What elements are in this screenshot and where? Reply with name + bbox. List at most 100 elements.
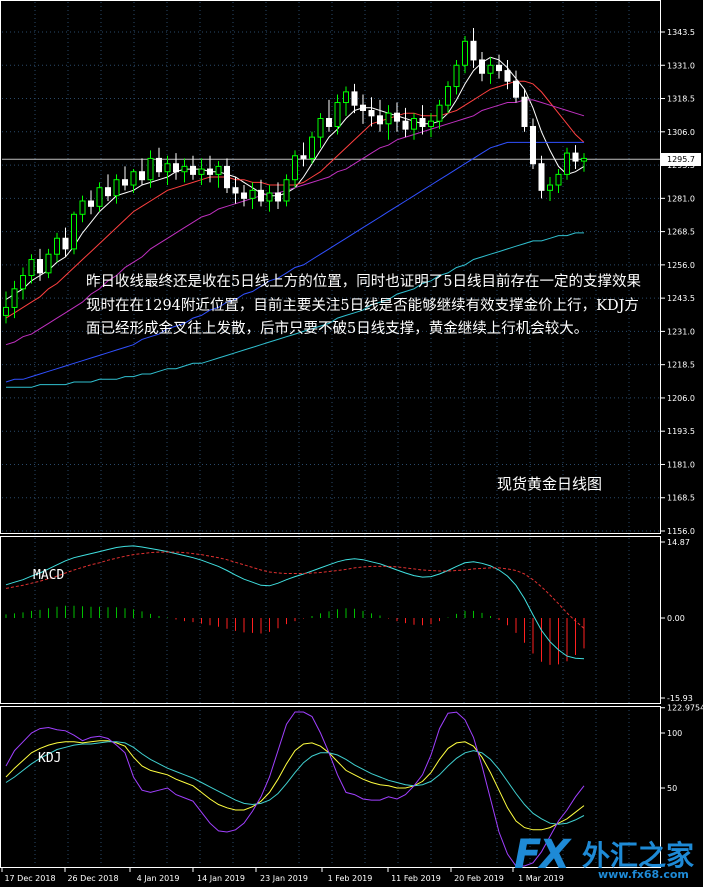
axes: 1343.51331.01318.51306.01293.51281.01268… (0, 0, 703, 883)
candle-body (224, 165, 230, 189)
candle-body (88, 200, 94, 207)
y-tick-label: 1218.5 (667, 361, 695, 370)
candle-body (37, 259, 43, 274)
candle-body (479, 59, 485, 74)
x-tick-label: 23 Jan 2019 (260, 874, 308, 883)
candle-body (445, 86, 451, 106)
x-tick-label: 20 Feb 2019 (454, 874, 504, 883)
candle-body (419, 117, 426, 127)
candle-body (54, 237, 60, 255)
candle-body (360, 104, 366, 112)
x-tick-label: 26 Dec 2018 (67, 874, 118, 883)
candle-body (547, 184, 553, 191)
candle-body (190, 165, 196, 175)
candle-body (96, 187, 103, 207)
candle-body (232, 187, 239, 194)
y-tick-label: 1168.5 (667, 494, 695, 503)
candle-body (343, 91, 349, 104)
candle-body (28, 259, 35, 277)
candle-body (513, 80, 519, 98)
candle-body (198, 168, 205, 175)
candle-body (275, 192, 281, 202)
candle-body (402, 120, 409, 130)
candle-body (249, 189, 256, 199)
candle-body (130, 171, 137, 186)
x-tick-label: 4 Jan 2019 (137, 874, 180, 883)
candle-body (581, 157, 587, 162)
current-price-label: 1295.7 (661, 153, 701, 167)
candle-body (79, 200, 86, 215)
candle-body (11, 288, 18, 308)
kdj-y-tick-label: 50 (667, 784, 677, 793)
macd-panel-title: MACD (33, 568, 65, 583)
candle-body (292, 155, 298, 181)
y-tick-label: 1231.0 (667, 327, 695, 336)
candle-body (241, 192, 247, 199)
candle-body (309, 136, 315, 159)
candle-body (487, 64, 494, 74)
candle-body (394, 112, 400, 122)
candle-body (266, 192, 273, 202)
candle-body (113, 179, 120, 197)
y-tick-label: 1343.5 (667, 28, 695, 37)
candle-body (504, 70, 511, 82)
candle-body (385, 112, 392, 125)
candle-body (496, 64, 502, 72)
y-tick-label: 1193.5 (667, 427, 695, 436)
candle-body (3, 306, 9, 316)
fx68-logo: FX 外汇之家 www.fx68.com (510, 832, 700, 882)
panel-frame (0, 0, 661, 534)
candle-body (334, 102, 341, 127)
candle-body (164, 163, 171, 173)
analysis-annotation: 昨日收线最终还是收在5日线上方的位置，同时也证明了5日线目前存在一定的支撑效果现… (86, 274, 641, 337)
kdj-y-tick-label: 100 (667, 729, 682, 738)
x-tick-label: 14 Jan 2019 (197, 874, 245, 883)
x-tick-label: 11 Feb 2019 (391, 874, 441, 883)
candle-body (122, 179, 128, 186)
x-tick-label: 17 Dec 2018 (4, 874, 55, 883)
logo-url: www.fx68.com (598, 868, 689, 881)
candle-body (71, 213, 77, 250)
candle-body (62, 237, 69, 250)
candle-body (147, 157, 154, 181)
candle-body (377, 115, 383, 125)
x-tick-label: 1 Feb 2019 (328, 874, 373, 883)
candle-body (139, 171, 145, 181)
y-tick-label: 1156.0 (667, 527, 695, 536)
y-tick-label: 1256.0 (667, 261, 695, 270)
y-tick-label: 1281.0 (667, 194, 695, 203)
logo-mark: FX (514, 832, 570, 878)
candle-body (283, 179, 290, 202)
candle-body (462, 40, 468, 66)
candle-body (326, 117, 332, 127)
candle-body (258, 189, 264, 202)
candle-body (530, 125, 536, 165)
candle-body (564, 152, 570, 175)
y-tick-label: 1181.0 (667, 460, 695, 469)
gold-daily-chart: 1343.51331.01318.51306.01293.51281.01268… (0, 0, 703, 883)
candle-body (173, 163, 179, 173)
y-tick-label: 1243.5 (667, 294, 695, 303)
panel-frame (0, 536, 661, 704)
candle-body (428, 120, 434, 127)
candle-body (453, 64, 460, 88)
candle-body (215, 165, 222, 175)
candle-body (368, 110, 375, 117)
candle-body (572, 152, 579, 162)
candle-body (156, 157, 162, 173)
kdj-y-tick-label: 122.9754 (667, 704, 703, 713)
candle-body (555, 173, 562, 186)
candle-body (105, 187, 111, 197)
candle-body (436, 104, 443, 122)
y-tick-label: 1306.0 (667, 128, 695, 137)
y-tick-label: 1268.5 (667, 228, 695, 237)
candle-body (538, 163, 545, 191)
macd-panel (5, 545, 585, 665)
y-tick-label: 1318.5 (667, 95, 695, 104)
candle-body (181, 165, 188, 173)
kdj-panel-title: KDJ (38, 751, 62, 766)
candle-body (207, 168, 213, 175)
candle-body (521, 96, 528, 127)
candle-body (300, 155, 307, 159)
macd-y-tick-label: 0.00 (667, 614, 685, 623)
